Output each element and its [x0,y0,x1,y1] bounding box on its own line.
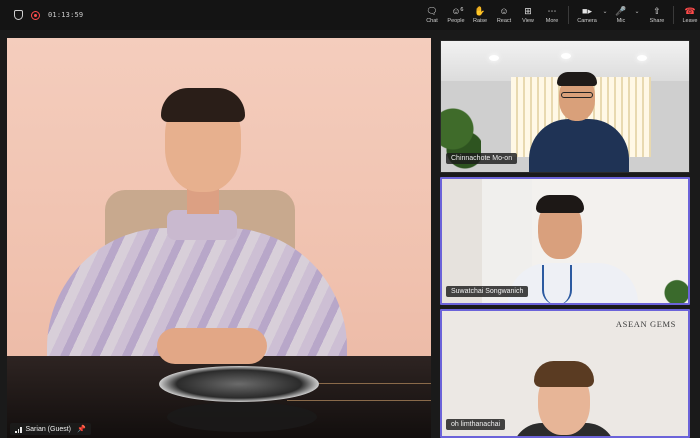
speakerphone-reflection [167,402,317,432]
react-label: React [496,18,512,24]
participant-nametag: Suwatchai Songwanich [446,286,529,297]
main-speaker-video[interactable]: Sarian (Guest) 📌 [7,38,431,438]
camera-options-chevron-icon[interactable]: ⌄ [601,8,609,15]
toolbar-actions: 🗨 Chat ☺ 6 People ✋ Raise ☺ React ⊞ View … [420,0,700,30]
participant-body [508,263,638,303]
mic-options-chevron-icon[interactable]: ⌄ [633,8,641,15]
participant-tile[interactable]: Suwatchai Songwanich [440,177,690,305]
speaker-collar [167,210,237,240]
signal-strength-icon [15,426,22,433]
camera-button[interactable]: ■▸ Camera [573,0,601,30]
hand-icon: ✋ [474,6,486,16]
chat-button[interactable]: 🗨 Chat [420,0,444,30]
phone-hangup-icon: ☎ [684,6,696,16]
toolbar-divider [673,6,674,24]
grid-icon: ⊞ [524,6,532,16]
raise-hand-button[interactable]: ✋ Raise [468,0,492,30]
participant-tile[interactable]: Chinnachote Mo-on [440,40,690,173]
share-button[interactable]: ⇧ Share [645,0,669,30]
participant-body [529,119,629,172]
plant [664,271,688,303]
participant-name: Chinnachote Mo-on [451,155,513,162]
share-label: Share [649,18,665,24]
people-icon: ☺ 6 [451,6,464,16]
camera-label: Camera [577,18,597,24]
participant-hair [534,361,594,387]
conference-speakerphone [159,366,319,402]
meeting-toolbar: 01:13:59 🗨 Chat ☺ 6 People ✋ Raise ☺ Reac… [0,0,700,30]
raise-label: Raise [472,18,488,24]
participant-nametag: Chinnachote Mo-on [446,153,518,164]
meeting-timer: 01:13:59 [48,11,84,19]
ceiling-light [637,55,647,61]
participant-name: oh limthanachai [451,421,501,428]
background-logo-text: ASEAN GEMS [615,319,676,329]
more-button[interactable]: ⋯ More [540,0,564,30]
participant-tile[interactable]: ASEAN GEMS oh limthanachai [440,309,690,438]
recording-icon[interactable] [31,10,40,20]
participant-hair [557,72,597,86]
ellipsis-icon: ⋯ [547,6,557,16]
ceiling-light [561,53,571,59]
people-count: 6 [460,7,464,13]
desk-reflection-line [287,400,431,401]
share-icon: ⇧ [653,6,661,16]
speaker-hair [161,88,245,122]
desk-reflection-line [307,383,431,384]
leave-label: Leave [682,18,698,24]
participant-nametag: oh limthanachai [446,419,506,430]
ceiling-light [489,55,499,61]
chat-label: Chat [426,18,438,24]
participant-hair [536,195,584,213]
glasses [561,92,593,98]
camera-icon: ■▸ [582,6,592,16]
view-button[interactable]: ⊞ View [516,0,540,30]
participant-name: Suwatchai Songwanich [451,288,524,295]
main-speaker-nametag: Sarian (Guest) 📌 [10,423,91,435]
security-shield-icon[interactable] [14,10,23,20]
lanyard [542,265,572,303]
view-label: View [522,18,534,24]
speaker-hands [157,328,267,364]
chat-icon: 🗨 [426,6,438,16]
smiley-icon: ☺ [499,6,509,16]
mic-label: Mic [616,18,626,24]
meeting-status: 01:13:59 [0,10,83,20]
people-label: People [447,18,465,24]
react-button[interactable]: ☺ React [492,0,516,30]
leave-button[interactable]: ☎ Leave [678,0,700,30]
more-label: More [545,18,559,24]
people-button[interactable]: ☺ 6 People [444,0,468,30]
main-speaker-name: Sarian (Guest) [25,425,72,433]
toolbar-divider [568,6,569,24]
microphone-icon: 🎤 [615,6,627,16]
mic-button[interactable]: 🎤 Mic [609,0,633,30]
pin-icon[interactable]: 📌 [77,425,86,433]
